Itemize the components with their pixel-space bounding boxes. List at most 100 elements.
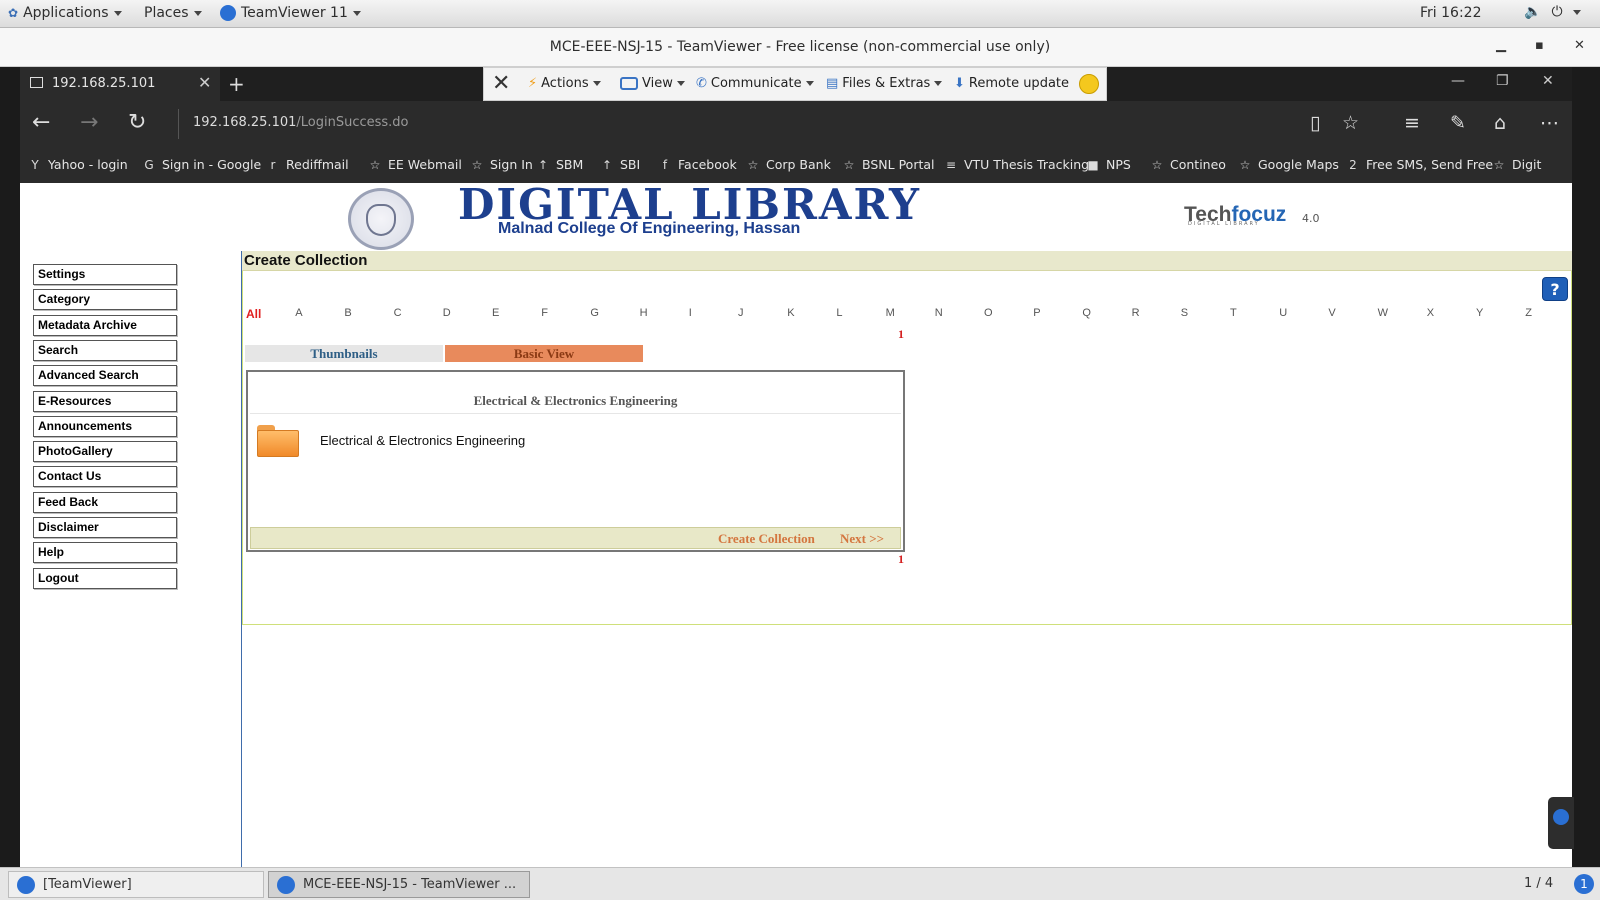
- alphabet-filter-e[interactable]: E: [492, 307, 499, 319]
- favorite-link[interactable]: ↑ SBM: [536, 157, 583, 172]
- share-icon[interactable]: ⌂: [1494, 112, 1506, 134]
- page-number-bottom[interactable]: 1: [898, 552, 904, 567]
- favorite-link[interactable]: 2 Free SMS, Send Free: [1346, 157, 1493, 172]
- favorite-star-icon[interactable]: ☆: [1342, 112, 1359, 134]
- more-icon[interactable]: ⋯: [1540, 112, 1559, 134]
- basic-view-tab[interactable]: Basic View: [445, 345, 643, 362]
- alphabet-filter-g[interactable]: G: [590, 307, 599, 319]
- web-note-icon[interactable]: ✎: [1450, 112, 1466, 134]
- collection-item-label[interactable]: Electrical & Electronics Engineering: [320, 433, 525, 448]
- alphabet-filter-j[interactable]: J: [738, 307, 744, 319]
- alphabet-filter-q[interactable]: Q: [1082, 307, 1091, 319]
- url-field[interactable]: 192.168.25.101/LoginSuccess.do: [178, 109, 1298, 139]
- forward-icon[interactable]: →: [80, 110, 98, 135]
- actions-menu[interactable]: ⚡ Actions: [528, 76, 601, 91]
- notification-badge[interactable]: 1: [1574, 874, 1594, 894]
- back-icon[interactable]: ←: [32, 110, 50, 135]
- favorite-link[interactable]: ■ NPS: [1086, 157, 1131, 172]
- alphabet-filter-s[interactable]: S: [1181, 307, 1188, 319]
- alphabet-filter-b[interactable]: B: [344, 307, 351, 319]
- alphabet-filter-h[interactable]: H: [640, 307, 648, 319]
- sidebar-item-help[interactable]: Help: [33, 542, 177, 564]
- taskbar-item-teamviewer[interactable]: [TeamViewer]: [8, 871, 264, 898]
- page-number-top[interactable]: 1: [898, 327, 904, 342]
- close-session-icon[interactable]: ✕: [492, 71, 510, 96]
- alphabet-filter-w[interactable]: W: [1378, 307, 1388, 319]
- alphabet-filter-k[interactable]: K: [787, 307, 794, 319]
- places-menu[interactable]: Places: [144, 5, 202, 21]
- alphabet-filter-u[interactable]: U: [1279, 307, 1287, 319]
- maximize-icon[interactable]: ▪: [1535, 38, 1544, 53]
- alphabet-filter-f[interactable]: F: [541, 307, 548, 319]
- alphabet-filter-n[interactable]: N: [935, 307, 943, 319]
- favorite-link[interactable]: ☆ Sign In: [470, 157, 533, 172]
- alphabet-filter-c[interactable]: C: [394, 307, 402, 319]
- folder-icon[interactable]: [257, 425, 299, 457]
- close-tab-icon[interactable]: ✕: [198, 73, 211, 92]
- sidebar-item-feed-back[interactable]: Feed Back: [33, 491, 177, 513]
- alphabet-filter-m[interactable]: M: [886, 307, 895, 319]
- alphabet-filter-l[interactable]: L: [836, 307, 842, 319]
- system-tray[interactable]: 🔈 ⏻: [1524, 4, 1581, 20]
- favorite-link[interactable]: ☆ Google Maps: [1238, 157, 1339, 172]
- alphabet-filter-x[interactable]: X: [1427, 307, 1434, 319]
- workspace-pager[interactable]: 1 / 4: [1524, 876, 1553, 891]
- sidebar-item-metadata-archive[interactable]: Metadata Archive: [33, 314, 177, 336]
- volume-icon[interactable]: 🔈: [1524, 4, 1541, 20]
- browser-close-icon[interactable]: ✕: [1542, 73, 1554, 89]
- close-icon[interactable]: ✕: [1574, 38, 1585, 53]
- alphabet-filter-r[interactable]: R: [1132, 307, 1140, 319]
- hub-icon[interactable]: ≡: [1404, 112, 1420, 134]
- sidebar-item-photogallery[interactable]: PhotoGallery: [33, 441, 177, 463]
- browser-tab[interactable]: 192.168.25.101 ✕: [20, 67, 220, 101]
- favorite-link[interactable]: G Sign in - Google: [142, 157, 261, 172]
- refresh-icon[interactable]: ↻: [128, 110, 146, 135]
- favorite-link[interactable]: ☆ EE Webmail: [368, 157, 462, 172]
- alphabet-filter-i[interactable]: I: [689, 307, 692, 319]
- help-icon[interactable]: ?: [1542, 277, 1568, 301]
- favorite-link[interactable]: f Facebook: [658, 157, 737, 172]
- feedback-smiley-icon[interactable]: [1079, 74, 1099, 94]
- alphabet-filter-d[interactable]: D: [443, 307, 451, 319]
- favorite-link[interactable]: ≡ VTU Thesis Tracking: [944, 157, 1089, 172]
- sidebar-item-advanced-search[interactable]: Advanced Search: [33, 365, 177, 387]
- applications-menu[interactable]: ✿ Applications: [8, 5, 122, 21]
- remote-update-button[interactable]: ⬇ Remote update: [954, 76, 1069, 91]
- sidebar-item-e-resources[interactable]: E-Resources: [33, 390, 177, 412]
- communicate-menu[interactable]: ✆ Communicate: [696, 76, 814, 91]
- favorite-link[interactable]: r Rediffmail: [266, 157, 349, 172]
- favorite-link[interactable]: ☆ Corp Bank: [746, 157, 831, 172]
- files-extras-menu[interactable]: ▤ Files & Extras: [826, 76, 943, 91]
- new-tab-icon[interactable]: +: [228, 72, 245, 96]
- favorite-link[interactable]: Y Yahoo - login: [28, 157, 127, 172]
- alphabet-filter-t[interactable]: T: [1230, 307, 1237, 319]
- browser-minimize-icon[interactable]: —: [1451, 73, 1465, 89]
- favorite-link[interactable]: ☆ BSNL Portal: [842, 157, 935, 172]
- view-menu[interactable]: View: [620, 76, 685, 91]
- alphabet-filter-v[interactable]: V: [1328, 307, 1335, 319]
- sidebar-item-disclaimer[interactable]: Disclaimer: [33, 517, 177, 538]
- thumbnails-tab[interactable]: Thumbnails: [245, 345, 443, 362]
- sidebar-item-category[interactable]: Category: [33, 289, 177, 311]
- alphabet-filter-o[interactable]: O: [984, 307, 993, 319]
- teamviewer-app-menu[interactable]: TeamViewer 11: [220, 5, 361, 21]
- sidebar-item-contact-us[interactable]: Contact Us: [33, 466, 177, 488]
- sidebar-item-settings[interactable]: Settings: [33, 264, 177, 285]
- favorite-link[interactable]: ☆ Contineo: [1150, 157, 1226, 172]
- create-collection-link[interactable]: Create Collection: [718, 531, 815, 547]
- alphabet-filter-p[interactable]: P: [1033, 307, 1040, 319]
- alphabet-filter-z[interactable]: Z: [1525, 307, 1532, 319]
- sidebar-item-announcements[interactable]: Announcements: [33, 415, 177, 437]
- reading-view-icon[interactable]: ▯: [1310, 112, 1320, 134]
- sidebar-item-logout[interactable]: Logout: [33, 567, 177, 589]
- favorite-link[interactable]: ↑ SBI: [600, 157, 640, 172]
- clock[interactable]: Fri 16:22: [1420, 5, 1481, 21]
- alphabet-filter-a[interactable]: A: [295, 307, 302, 319]
- teamviewer-side-panel-handle[interactable]: [1548, 797, 1574, 849]
- power-icon[interactable]: ⏻: [1551, 4, 1562, 20]
- next-link[interactable]: Next >>: [840, 531, 884, 547]
- sidebar-item-search[interactable]: Search: [33, 339, 177, 361]
- alphabet-filter-all[interactable]: All: [246, 307, 261, 321]
- taskbar-item-session[interactable]: MCE-EEE-NSJ-15 - TeamViewer ...: [268, 871, 530, 898]
- browser-restore-icon[interactable]: ❐: [1496, 73, 1509, 89]
